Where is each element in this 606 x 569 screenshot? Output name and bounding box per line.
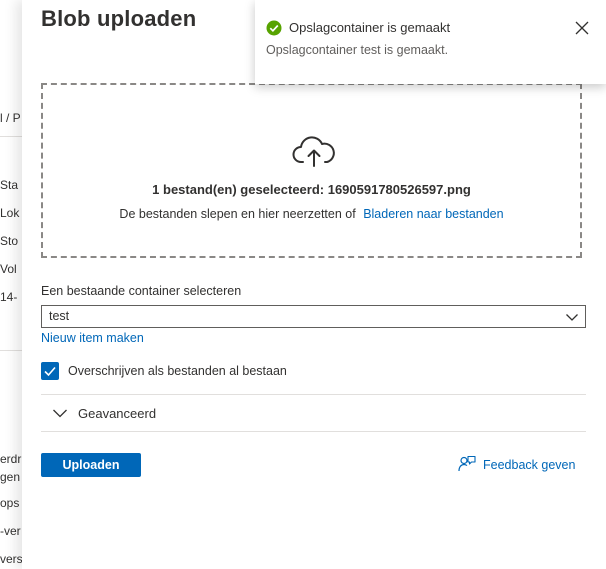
divider [41, 394, 586, 395]
panel-title: Blob uploaden [41, 6, 197, 31]
checkmark-icon [44, 366, 56, 377]
container-select-value: test [49, 309, 70, 323]
browse-files-link[interactable]: Bladeren naar bestanden [363, 207, 503, 221]
background-text-fragment: erdr [0, 452, 22, 466]
feedback-icon [458, 455, 476, 472]
container-select[interactable]: test [41, 305, 586, 328]
notification-message: Opslagcontainer test is gemaakt. [266, 43, 449, 57]
background-divider [0, 350, 22, 351]
chevron-down-icon [53, 409, 67, 418]
background-text-fragment: Sta [0, 178, 19, 192]
advanced-section-label: Geavanceerd [78, 406, 157, 421]
background-text-fragment: vers [0, 552, 22, 566]
drop-hint-text: De bestanden slepen en hier neerzetten o… [119, 207, 356, 221]
background-text-fragment: gen [0, 470, 21, 484]
background-divider [0, 136, 22, 137]
file-drop-zone[interactable]: 1 bestand(en) geselecteerd: 169059178052… [41, 83, 582, 258]
success-notification: Opslagcontainer is gemaakt Opslagcontain… [255, 0, 606, 84]
background-text-fragment: -ver [0, 524, 21, 538]
background-breadcrumb-fragment: l / P [0, 111, 21, 125]
overwrite-checkbox-label[interactable]: Overschrijven als bestanden al bestaan [68, 364, 287, 378]
divider [41, 431, 586, 432]
container-select-label: Een bestaande container selecteren [41, 284, 242, 298]
background-page: l / P Sta Lok Sto Vol 14- erdr gen ops -… [0, 0, 22, 569]
selected-file-text: 1 bestand(en) geselecteerd: 169059178052… [152, 182, 471, 197]
background-text-fragment: ops [0, 496, 20, 510]
advanced-section-toggle[interactable]: Geavanceerd [41, 396, 586, 430]
create-new-container-link[interactable]: Nieuw item maken [41, 331, 144, 345]
background-text-fragment: Sto [0, 234, 19, 248]
drop-hint: De bestanden slepen en hier neerzetten o… [43, 207, 580, 221]
cloud-upload-icon [292, 136, 335, 167]
chevron-down-icon [566, 314, 578, 321]
overwrite-checkbox[interactable] [41, 362, 59, 380]
upload-blob-panel: Blob uploaden 1 bestand(en) geselecteerd… [22, 0, 606, 569]
close-icon[interactable] [573, 19, 591, 37]
background-text-fragment: Lok [0, 206, 20, 220]
upload-button[interactable]: Uploaden [41, 453, 141, 477]
notification-title: Opslagcontainer is gemaakt [289, 20, 451, 35]
feedback-label: Feedback geven [483, 458, 576, 472]
success-check-icon [266, 20, 282, 36]
background-text-fragment: Vol [0, 262, 17, 276]
background-text-fragment: 14- [0, 290, 18, 304]
